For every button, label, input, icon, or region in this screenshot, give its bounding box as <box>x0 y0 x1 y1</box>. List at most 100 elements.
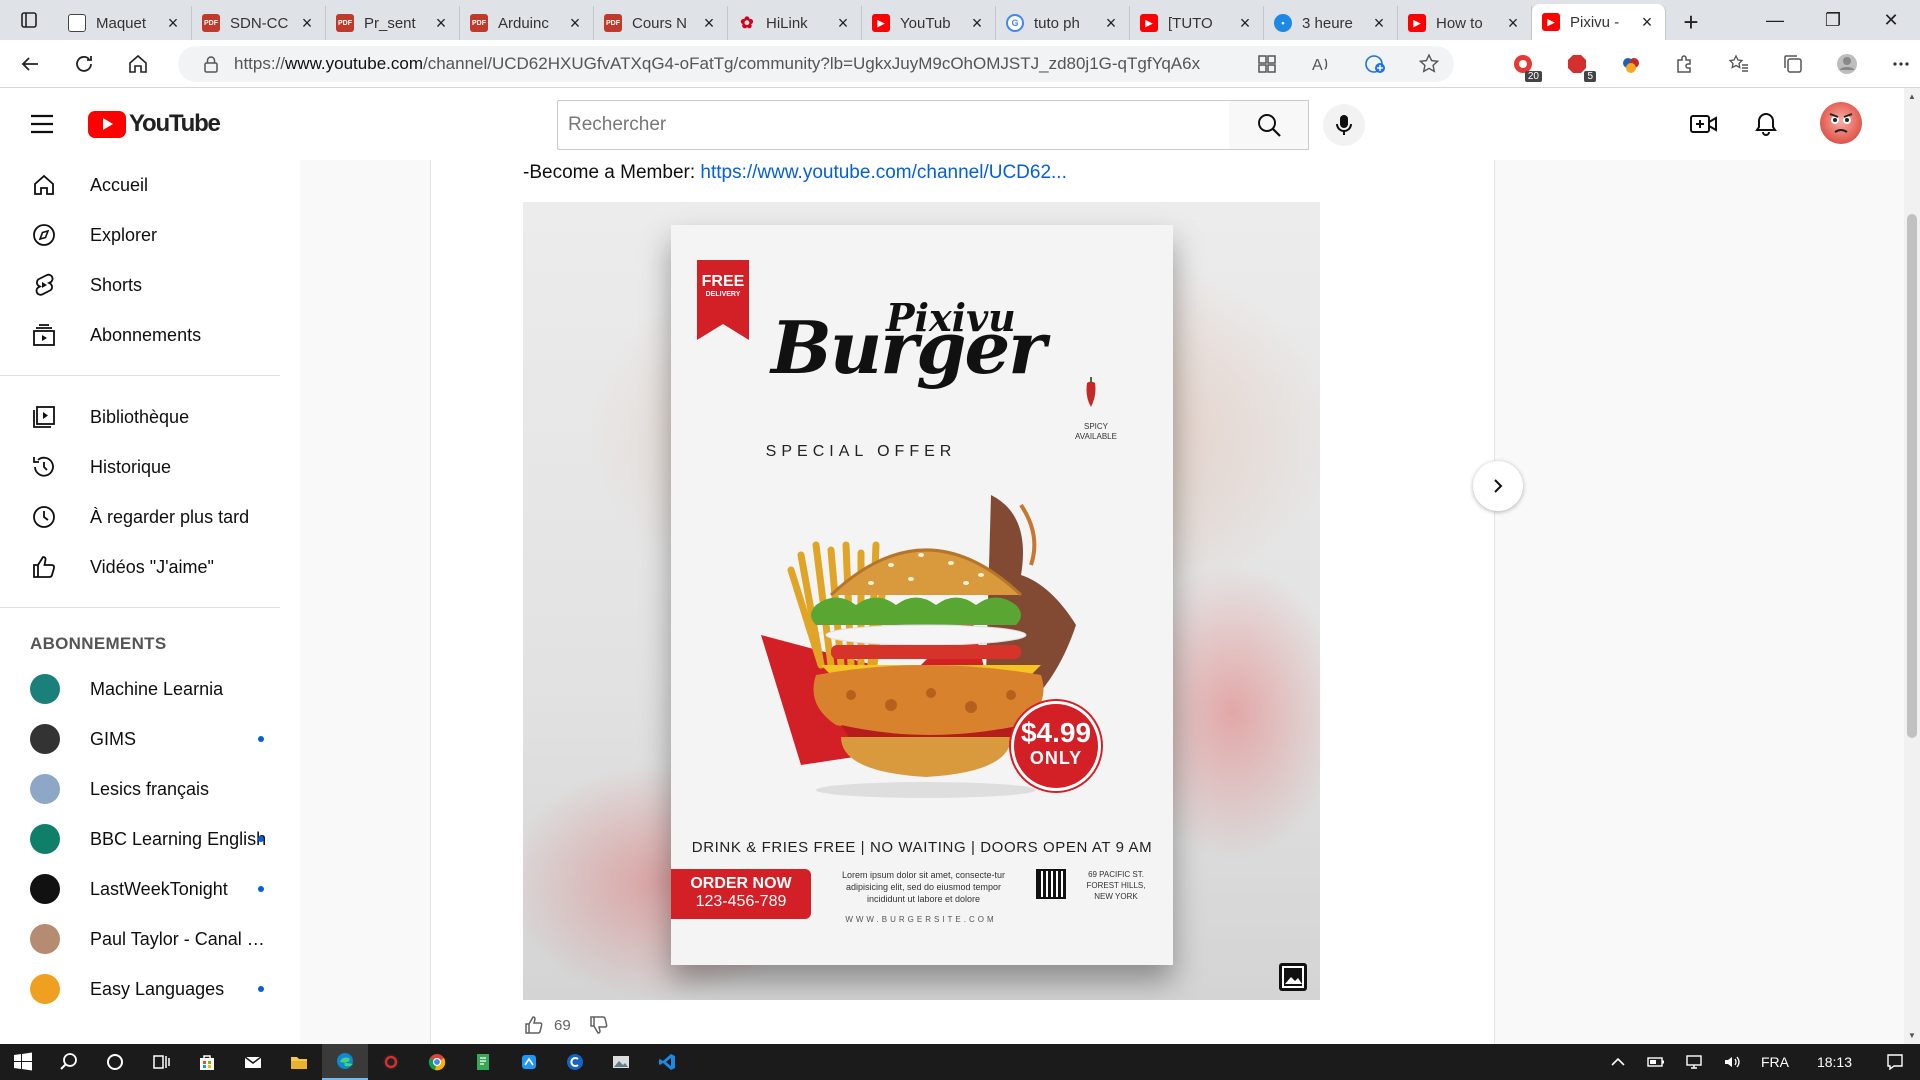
close-tab-icon[interactable]: × <box>165 13 181 34</box>
apps-button[interactable] <box>1240 40 1294 88</box>
restore-button[interactable]: ❐ <box>1804 0 1862 40</box>
close-tab-icon[interactable]: × <box>433 13 449 34</box>
close-tab-icon[interactable]: × <box>1505 13 1521 34</box>
member-link[interactable]: https://www.youtube.com/channel/UCD62... <box>700 162 1066 183</box>
cortana-button[interactable] <box>92 1044 138 1080</box>
browser-tab[interactable]: • 3 heure × <box>1264 6 1398 40</box>
clock[interactable]: 18:13 <box>1799 1054 1870 1070</box>
network-button[interactable] <box>1675 1053 1713 1071</box>
favorites-button[interactable] <box>1712 40 1766 88</box>
scroll-up-arrow-icon[interactable]: ▲ <box>1908 92 1916 101</box>
sidebar-item-subscriptions[interactable]: Abonnements <box>0 310 300 360</box>
browser-tab[interactable]: PDF Arduinc × <box>460 6 594 40</box>
voice-search-button[interactable] <box>1323 104 1365 146</box>
tab-actions-button[interactable] <box>0 0 58 40</box>
minimize-button[interactable]: — <box>1746 0 1804 40</box>
photos-app[interactable] <box>598 1044 644 1080</box>
close-tab-icon[interactable]: × <box>835 13 851 34</box>
subscription-item[interactable]: Paul Taylor - Canal Plus <box>0 914 300 964</box>
blue-app[interactable] <box>506 1044 552 1080</box>
sidebar-item-library[interactable]: Bibliothèque <box>0 392 300 442</box>
collections-button[interactable] <box>1766 40 1820 88</box>
create-video-button[interactable] <box>1688 108 1720 140</box>
battery-button[interactable] <box>1637 1053 1675 1071</box>
extension-3-button[interactable] <box>1604 40 1658 88</box>
sidebar-item-clock[interactable]: À regarder plus tard <box>0 492 300 542</box>
notifications-button[interactable] <box>1750 108 1782 140</box>
close-tab-icon[interactable]: × <box>1103 13 1119 34</box>
notepad-app[interactable] <box>460 1044 506 1080</box>
edge-app[interactable] <box>322 1044 368 1080</box>
url-text[interactable]: https://www.youtube.com/channel/UCD62HXU… <box>234 54 1200 74</box>
hamburger-menu-icon[interactable] <box>28 112 56 136</box>
settings-menu-button[interactable] <box>1874 40 1920 88</box>
search-button[interactable] <box>1229 100 1309 150</box>
extension-2-button[interactable]: 5 <box>1550 40 1604 88</box>
close-window-button[interactable]: ✕ <box>1862 0 1920 40</box>
close-tab-icon[interactable]: × <box>1237 13 1253 34</box>
tracking-prevention-button[interactable] <box>1348 40 1402 88</box>
sidebar-item-shorts[interactable]: Shorts <box>0 260 300 310</box>
browser-tab[interactable]: PDF Cours N × <box>594 6 728 40</box>
start-button[interactable] <box>0 1044 46 1080</box>
browser-tab[interactable]: Maquet × <box>58 6 192 40</box>
add-favorite-button[interactable] <box>1402 40 1456 88</box>
search-box[interactable] <box>557 100 1230 150</box>
close-tab-icon[interactable]: × <box>969 13 985 34</box>
scrollbar-thumb[interactable] <box>1907 214 1917 738</box>
sidebar-item-history[interactable]: Historique <box>0 442 300 492</box>
language-indicator[interactable]: FRA <box>1751 1054 1799 1070</box>
user-avatar[interactable] <box>1820 102 1862 144</box>
dislike-button-icon[interactable] <box>589 1015 609 1035</box>
back-button[interactable] <box>6 44 54 84</box>
chrome-app[interactable] <box>414 1044 460 1080</box>
subscription-item[interactable]: GIMS <box>0 714 300 764</box>
sidebar-item-thumb-up[interactable]: Vidéos "J'aime" <box>0 542 300 592</box>
extension-1-button[interactable]: 20 <box>1496 40 1550 88</box>
browser-tab[interactable]: PDF SDN-CC × <box>192 6 326 40</box>
search-input[interactable] <box>568 114 1229 136</box>
sidebar-item-compass[interactable]: Explorer <box>0 210 300 260</box>
close-tab-icon[interactable]: × <box>1639 12 1655 33</box>
youtube-logo[interactable]: YouTube <box>88 110 221 138</box>
page-scrollbar[interactable]: ▲ ▼ <box>1904 88 1920 1044</box>
subscription-item[interactable]: Machine Learnia <box>0 664 300 714</box>
browser-tab[interactable]: ✿ HiLink × <box>728 6 862 40</box>
subscription-item[interactable]: Lesics français <box>0 764 300 814</box>
c-app[interactable] <box>552 1044 598 1080</box>
scroll-down-arrow-icon[interactable]: ▼ <box>1908 1031 1916 1040</box>
close-tab-icon[interactable]: × <box>567 13 583 34</box>
subscription-item[interactable]: Easy Languages <box>0 964 300 1014</box>
close-tab-icon[interactable]: × <box>701 13 717 34</box>
extensions-button[interactable] <box>1658 40 1712 88</box>
subscription-item[interactable]: BBC Learning English <box>0 814 300 864</box>
browser-tab[interactable]: PDF Pr_sent × <box>326 6 460 40</box>
vscode-app[interactable] <box>644 1044 690 1080</box>
browser-tab[interactable]: ▶ How to × <box>1398 6 1532 40</box>
like-button-icon[interactable] <box>524 1015 544 1035</box>
notifications-center-button[interactable] <box>1870 1053 1920 1071</box>
subscription-item[interactable]: LastWeekTonight <box>0 864 300 914</box>
sidebar-item-home[interactable]: Accueil <box>0 160 300 210</box>
new-tab-button[interactable]: + <box>1666 4 1716 40</box>
task-view-button[interactable] <box>138 1044 184 1080</box>
browser-tab[interactable]: ▶ YouTub × <box>862 6 996 40</box>
post-image[interactable]: FREE DELIVERY Pixivu Burger SPECIAL OFFE… <box>523 202 1320 1000</box>
show-hidden-icons-button[interactable] <box>1599 1053 1637 1071</box>
browser-tab[interactable]: ▶ [TUTO × <box>1130 6 1264 40</box>
file-explorer-app[interactable] <box>276 1044 322 1080</box>
read-aloud-button[interactable]: A <box>1294 40 1348 88</box>
red-app[interactable] <box>368 1044 414 1080</box>
volume-button[interactable] <box>1713 1053 1751 1071</box>
browser-tab[interactable]: ▶ Pixivu - × <box>1532 4 1666 40</box>
close-tab-icon[interactable]: × <box>1371 13 1387 34</box>
search-taskbar-button[interactable] <box>46 1044 92 1080</box>
profile-button[interactable] <box>1820 40 1874 88</box>
next-image-button[interactable] <box>1473 461 1523 511</box>
home-button[interactable] <box>114 44 162 84</box>
browser-tab[interactable]: Gtuto ph × <box>996 6 1130 40</box>
close-tab-icon[interactable]: × <box>299 13 315 34</box>
refresh-button[interactable] <box>60 44 108 84</box>
store-app[interactable] <box>184 1044 230 1080</box>
mail-app[interactable] <box>230 1044 276 1080</box>
